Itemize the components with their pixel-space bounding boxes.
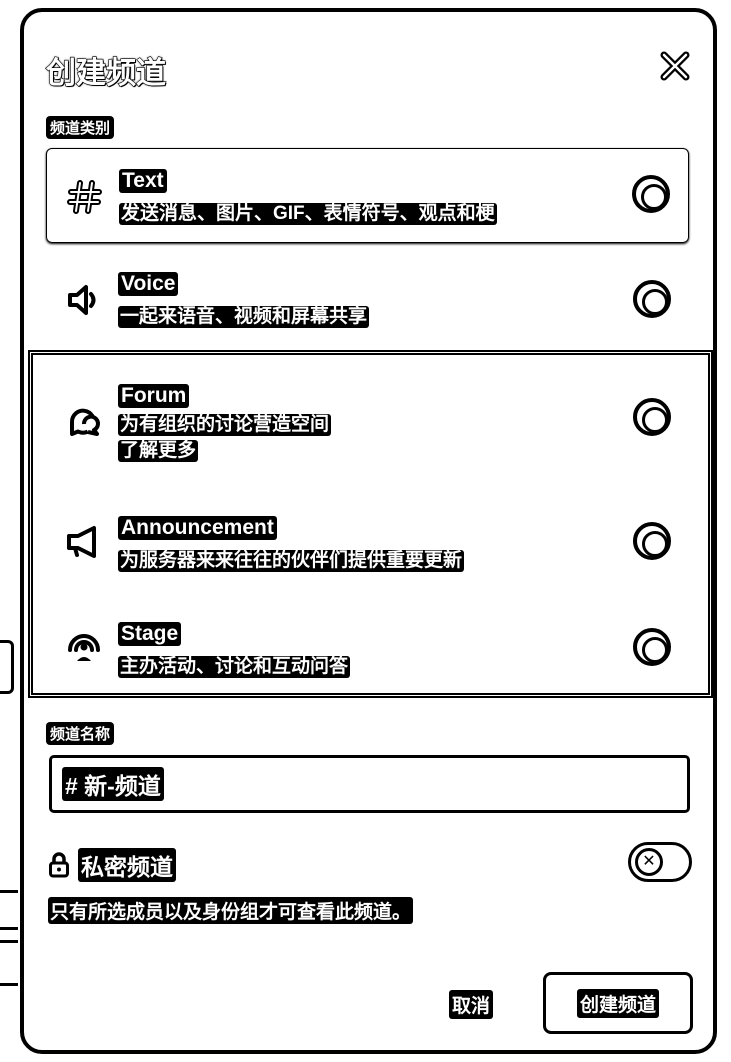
channel-type-voice[interactable]: Voice 一起来语音、视频和屏幕共享 (46, 256, 689, 346)
speaker-icon (68, 285, 96, 315)
channel-type-text[interactable]: Text 发送消息、图片、GIF、表情符号、观点和梗 (46, 148, 689, 243)
background-panel-fragment (0, 640, 14, 694)
learn-more-link[interactable]: 了解更多 (118, 440, 199, 462)
channel-name-value: # 新-频道 (62, 767, 164, 801)
background-input-fragment-2 (0, 940, 22, 986)
private-channel-row: 私密频道 (48, 848, 176, 882)
radio-button[interactable] (633, 628, 671, 666)
forum-icon (69, 408, 100, 436)
private-channel-description: 只有所选成员以及身份组才可查看此频道。 (48, 897, 414, 924)
option-name: Stage (118, 622, 182, 646)
radio-button[interactable] (632, 175, 670, 213)
option-description: 为有组织的讨论营造空间 (118, 414, 332, 436)
option-description: 主办活动、讨论和互动问答 (118, 656, 351, 678)
private-channel-label: 私密频道 (78, 848, 176, 882)
radio-button[interactable] (633, 398, 671, 436)
megaphone-icon (67, 526, 96, 558)
option-name: Voice (118, 272, 179, 296)
channel-type-announcement[interactable]: Announcement 为服务器来来往往的伙伴们提供重要更新 (46, 500, 689, 590)
option-description: 为服务器来来往往的伙伴们提供重要更新 (118, 550, 465, 572)
radio-button[interactable] (633, 522, 671, 560)
dialog-title: 创建频道 (45, 56, 166, 90)
option-name: Text (119, 169, 167, 193)
toggle-off-icon: ✕ (635, 848, 663, 876)
channel-name-input[interactable]: # 新-频道 (49, 755, 690, 813)
channel-type-stage[interactable]: Stage 主办活动、讨论和互动问答 (46, 606, 689, 696)
channel-type-label: 频道类别 (46, 116, 115, 139)
option-name: Forum (118, 384, 190, 408)
create-channel-label: 创建频道 (576, 988, 659, 1018)
cancel-button[interactable]: 取消 (449, 990, 494, 1019)
create-channel-dialog: 创建频道 频道类别 Text 发送消息、图片、GIF、表情符号、观点和梗 Voi… (20, 8, 717, 1054)
private-channel-toggle[interactable]: ✕ (628, 842, 692, 882)
create-channel-button[interactable]: 创建频道 (543, 972, 693, 1034)
radio-button[interactable] (633, 280, 671, 318)
option-description: 发送消息、图片、GIF、表情符号、观点和梗 (119, 203, 497, 225)
option-name: Announcement (118, 516, 277, 540)
close-icon[interactable] (657, 48, 693, 84)
background-input-fragment (0, 890, 22, 930)
channel-name-label: 频道名称 (46, 722, 115, 745)
lock-icon (49, 852, 69, 878)
hash-icon (67, 180, 102, 214)
option-description: 一起来语音、视频和屏幕共享 (118, 306, 370, 328)
stage-icon (68, 634, 100, 661)
channel-type-forum[interactable]: Forum 为有组织的讨论营造空间 了解更多 (46, 368, 689, 478)
